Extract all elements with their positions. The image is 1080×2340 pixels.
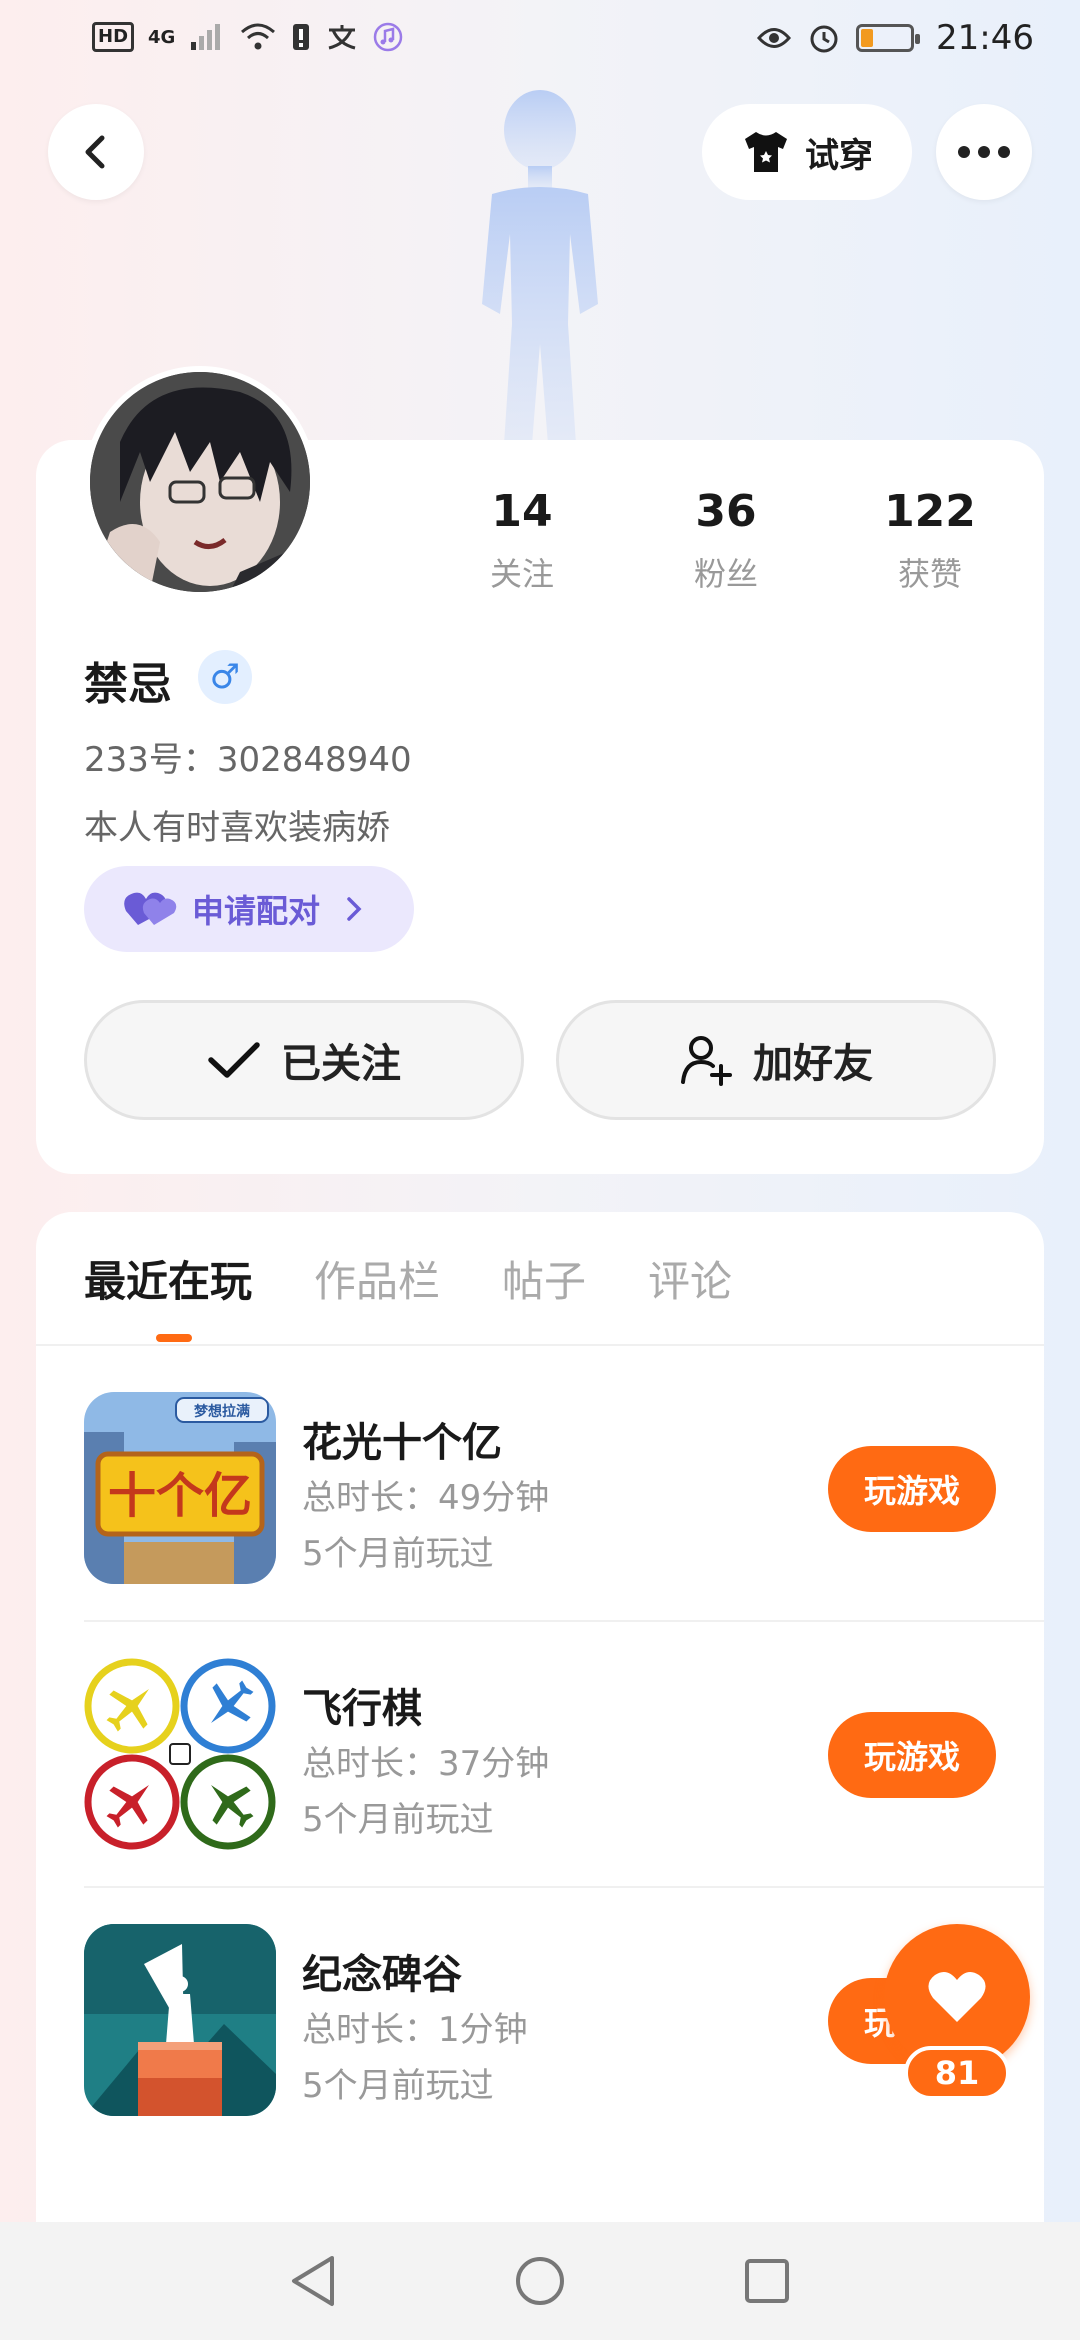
- add-friend-label: 加好友: [753, 1041, 873, 1087]
- game-icon-huaguang: 十个亿 梦想拉满: [84, 1392, 276, 1584]
- like-count: 81: [904, 2046, 1010, 2100]
- stat-fans[interactable]: 36 粉丝: [646, 486, 806, 595]
- hd-indicator: HD: [92, 22, 135, 52]
- stat-value: 36: [695, 486, 757, 537]
- tab-comments[interactable]: 评论: [648, 1248, 732, 1309]
- game-icon-flight-chess: [84, 1658, 276, 1850]
- stat-value: 14: [491, 486, 553, 537]
- stat-label: 关注: [489, 555, 554, 593]
- alert-icon: [293, 24, 310, 50]
- try-on-button[interactable]: 试穿: [702, 104, 912, 200]
- chevron-right-icon: [347, 897, 362, 921]
- stat-value: 122: [884, 486, 976, 537]
- stat-label: 粉丝: [693, 555, 758, 593]
- back-button[interactable]: [48, 104, 144, 200]
- network-label: 4G: [148, 26, 176, 48]
- divider: [36, 1344, 1044, 1346]
- add-user-icon: [681, 1036, 732, 1086]
- stat-following[interactable]: 14 关注: [442, 486, 602, 595]
- apply-pair-label: 申请配对: [192, 892, 321, 930]
- tab-indicator: [156, 1334, 192, 1342]
- alarm-icon: [810, 25, 838, 53]
- icon-text: 十个亿: [108, 1468, 252, 1524]
- apply-pair-button[interactable]: 申请配对: [84, 866, 414, 952]
- tab-posts[interactable]: 帖子: [502, 1248, 586, 1309]
- male-icon: ♂: [198, 650, 252, 704]
- play-game-button[interactable]: 玩游戏: [828, 1712, 996, 1798]
- signal-icon: [191, 24, 221, 50]
- status-bar: HD 4G 21:46: [0, 0, 1080, 84]
- followed-button[interactable]: 已关注: [84, 1000, 524, 1120]
- icon-banner-text: 梦想拉满: [194, 1403, 250, 1420]
- game-duration: 总时长：1分钟: [302, 2010, 528, 2050]
- game-last-played: 5个月前玩过: [302, 2066, 494, 2106]
- more-button[interactable]: [936, 104, 1032, 200]
- game-icon-monument-valley: [84, 1924, 276, 2116]
- game-duration: 总时长：49分钟: [302, 1478, 550, 1518]
- avatar[interactable]: [84, 366, 316, 598]
- status-right: 21:46: [756, 18, 1034, 58]
- game-title: 花光十个亿: [302, 1420, 502, 1466]
- avatar-figure: [430, 84, 650, 444]
- followed-label: 已关注: [281, 1041, 401, 1087]
- eye-icon: [757, 28, 792, 48]
- status-time: 21:46: [936, 18, 1034, 58]
- battery-icon: [856, 24, 921, 52]
- stat-label: 获赞: [897, 555, 962, 593]
- divider: [84, 1886, 1044, 1888]
- divider: [84, 1620, 1044, 1622]
- game-title: 飞行棋: [302, 1686, 422, 1732]
- back-nav-icon[interactable]: [288, 2254, 338, 2308]
- tab-bar: 最近在玩 作品栏 帖子 评论: [84, 1248, 732, 1309]
- game-duration: 总时长：37分钟: [302, 1744, 550, 1784]
- check-icon: [208, 1042, 260, 1078]
- add-friend-button[interactable]: 加好友: [556, 1000, 996, 1120]
- game-title: 纪念碑谷: [302, 1952, 462, 1998]
- translate-icon: [328, 25, 356, 50]
- heart-pair-icon: [124, 892, 177, 925]
- list-item[interactable]: 十个亿 梦想拉满 花光十个亿 总时长：49分钟 5个月前玩过 玩游戏: [84, 1392, 1044, 1588]
- music-icon: [374, 22, 403, 52]
- wifi-icon: [241, 23, 276, 50]
- system-nav-bar: [0, 2222, 1080, 2340]
- game-last-played: 5个月前玩过: [302, 1534, 494, 1574]
- heart-icon: [928, 1971, 986, 2022]
- play-game-button[interactable]: 玩游戏: [828, 1446, 996, 1532]
- shirt-icon: [745, 132, 787, 172]
- user-id: 233号：302848940: [84, 740, 412, 780]
- game-last-played: 5个月前玩过: [302, 1800, 494, 1840]
- home-nav-icon[interactable]: [513, 2254, 567, 2308]
- chevron-left-icon: [85, 135, 105, 169]
- try-on-label: 试穿: [805, 135, 873, 176]
- status-left: HD 4G: [92, 22, 403, 52]
- user-bio: 本人有时喜欢装病娇: [84, 808, 390, 848]
- tab-recently-played[interactable]: 最近在玩: [84, 1248, 252, 1309]
- user-name: 禁忌: [84, 659, 172, 710]
- tab-works[interactable]: 作品栏: [314, 1248, 440, 1309]
- list-item[interactable]: 飞行棋 总时长：37分钟 5个月前玩过 玩游戏: [84, 1658, 1044, 1854]
- more-dots-icon: [958, 146, 1010, 158]
- recents-nav-icon[interactable]: [742, 2256, 792, 2306]
- stat-likes[interactable]: 122 获赞: [850, 486, 1010, 595]
